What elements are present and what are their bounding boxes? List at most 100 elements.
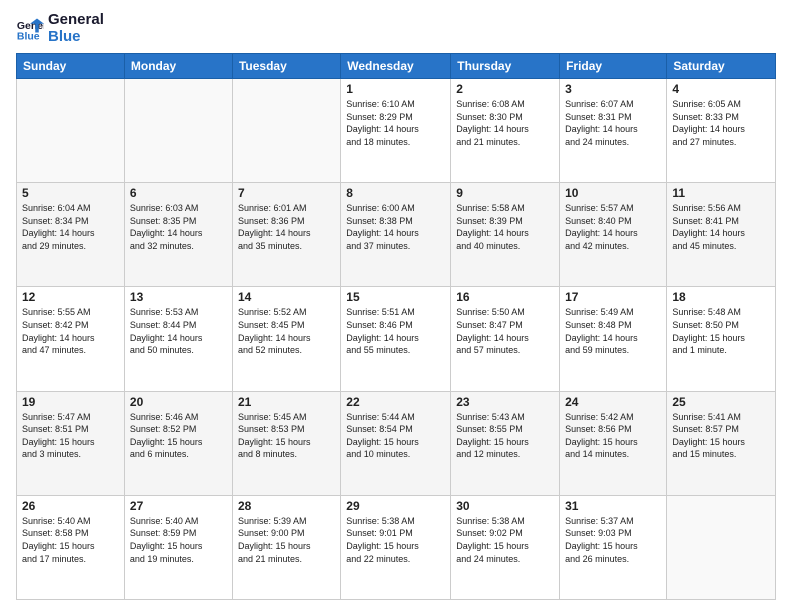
- day-info: Sunrise: 6:08 AM Sunset: 8:30 PM Dayligh…: [456, 98, 554, 148]
- day-info: Sunrise: 5:52 AM Sunset: 8:45 PM Dayligh…: [238, 306, 335, 356]
- day-info: Sunrise: 5:57 AM Sunset: 8:40 PM Dayligh…: [565, 202, 661, 252]
- day-number: 4: [672, 82, 770, 96]
- weekday-header-sunday: Sunday: [17, 54, 125, 79]
- logo-general: General: [48, 12, 104, 29]
- day-info: Sunrise: 5:53 AM Sunset: 8:44 PM Dayligh…: [130, 306, 227, 356]
- day-info: Sunrise: 5:45 AM Sunset: 8:53 PM Dayligh…: [238, 411, 335, 461]
- calendar-cell: 26 Sunrise: 5:40 AM Sunset: 8:58 PM Dayli…: [17, 495, 125, 599]
- calendar-cell: 12Sunrise: 5:55 AM Sunset: 8:42 PM Dayli…: [17, 287, 125, 391]
- day-number: 11: [672, 186, 770, 200]
- day-number: 15: [346, 290, 445, 304]
- weekday-header-monday: Monday: [124, 54, 232, 79]
- day-number: 10: [565, 186, 661, 200]
- day-info: Sunrise: 6:00 AM Sunset: 8:38 PM Dayligh…: [346, 202, 445, 252]
- calendar-cell: 9Sunrise: 5:58 AM Sunset: 8:39 PM Daylig…: [451, 183, 560, 287]
- calendar-cell: 14 Sunrise: 5:52 AM Sunset: 8:45 PM Dayli…: [232, 287, 340, 391]
- day-info: Sunrise: 5:37 AM Sunset: 9:03 PM Dayligh…: [565, 515, 661, 565]
- day-info: Sunrise: 6:01 AM Sunset: 8:36 PM Dayligh…: [238, 202, 335, 252]
- day-info: Sunrise: 5:40 AM Sunset: 8:58 PM Dayligh…: [22, 515, 119, 565]
- day-number: 14: [238, 290, 335, 304]
- calendar-cell: 5 Sunrise: 6:04 AM Sunset: 8:34 PM Daylig…: [17, 183, 125, 287]
- weekday-header-wednesday: Wednesday: [341, 54, 451, 79]
- calendar-cell: 15 Sunrise: 5:51 AM Sunset: 8:46 PM Dayli…: [341, 287, 451, 391]
- calendar-cell: 3 Sunrise: 6:07 AM Sunset: 8:31 PM Daylig…: [560, 79, 667, 183]
- day-info: Sunrise: 5:41 AM Sunset: 8:57 PM Dayligh…: [672, 411, 770, 461]
- day-info: Sunrise: 6:10 AM Sunset: 8:29 PM Dayligh…: [346, 98, 445, 148]
- calendar-cell: 22 Sunrise: 5:44 AM Sunset: 8:54 PM Dayli…: [341, 391, 451, 495]
- day-number: 8: [346, 186, 445, 200]
- day-number: 6: [130, 186, 227, 200]
- day-number: 29: [346, 499, 445, 513]
- day-info: Sunrise: 6:04 AM Sunset: 8:34 PM Dayligh…: [22, 202, 119, 252]
- calendar-cell: 29Sunrise: 5:38 AM Sunset: 9:01 PM Dayli…: [341, 495, 451, 599]
- day-info: Sunrise: 5:38 AM Sunset: 9:02 PM Dayligh…: [456, 515, 554, 565]
- logo-blue: Blue: [48, 29, 104, 46]
- day-info: Sunrise: 6:05 AM Sunset: 8:33 PM Dayligh…: [672, 98, 770, 148]
- calendar-cell: 13 Sunrise: 5:53 AM Sunset: 8:44 PM Dayli…: [124, 287, 232, 391]
- calendar-cell: 25 Sunrise: 5:41 AM Sunset: 8:57 PM Dayli…: [667, 391, 776, 495]
- calendar-cell: 20 Sunrise: 5:46 AM Sunset: 8:52 PM Dayli…: [124, 391, 232, 495]
- day-number: 25: [672, 395, 770, 409]
- day-number: 13: [130, 290, 227, 304]
- day-number: 5: [22, 186, 119, 200]
- calendar-cell: 17 Sunrise: 5:49 AM Sunset: 8:48 PM Dayli…: [560, 287, 667, 391]
- day-number: 2: [456, 82, 554, 96]
- page: General Blue General Blue SundayMondayTu…: [0, 0, 792, 612]
- day-info: Sunrise: 5:42 AM Sunset: 8:56 PM Dayligh…: [565, 411, 661, 461]
- day-info: Sunrise: 6:07 AM Sunset: 8:31 PM Dayligh…: [565, 98, 661, 148]
- calendar-cell: 21Sunrise: 5:45 AM Sunset: 8:53 PM Dayli…: [232, 391, 340, 495]
- calendar-cell: [232, 79, 340, 183]
- day-info: Sunrise: 5:43 AM Sunset: 8:55 PM Dayligh…: [456, 411, 554, 461]
- calendar-cell: 31Sunrise: 5:37 AM Sunset: 9:03 PM Dayli…: [560, 495, 667, 599]
- day-number: 19: [22, 395, 119, 409]
- calendar-cell: 2 Sunrise: 6:08 AM Sunset: 8:30 PM Daylig…: [451, 79, 560, 183]
- calendar-cell: 16 Sunrise: 5:50 AM Sunset: 8:47 PM Dayli…: [451, 287, 560, 391]
- calendar-cell: 27Sunrise: 5:40 AM Sunset: 8:59 PM Dayli…: [124, 495, 232, 599]
- weekday-header-row: SundayMondayTuesdayWednesdayThursdayFrid…: [17, 54, 776, 79]
- calendar-cell: 28Sunrise: 5:39 AM Sunset: 9:00 PM Dayli…: [232, 495, 340, 599]
- weekday-header-saturday: Saturday: [667, 54, 776, 79]
- day-number: 26: [22, 499, 119, 513]
- day-number: 20: [130, 395, 227, 409]
- calendar-cell: 1Sunrise: 6:10 AM Sunset: 8:29 PM Daylig…: [341, 79, 451, 183]
- week-row-5: 26 Sunrise: 5:40 AM Sunset: 8:58 PM Dayli…: [17, 495, 776, 599]
- day-info: Sunrise: 5:44 AM Sunset: 8:54 PM Dayligh…: [346, 411, 445, 461]
- day-info: Sunrise: 5:47 AM Sunset: 8:51 PM Dayligh…: [22, 411, 119, 461]
- day-info: Sunrise: 5:51 AM Sunset: 8:46 PM Dayligh…: [346, 306, 445, 356]
- week-row-3: 12Sunrise: 5:55 AM Sunset: 8:42 PM Dayli…: [17, 287, 776, 391]
- calendar-table: SundayMondayTuesdayWednesdayThursdayFrid…: [16, 53, 776, 600]
- day-number: 24: [565, 395, 661, 409]
- day-number: 22: [346, 395, 445, 409]
- day-number: 17: [565, 290, 661, 304]
- day-info: Sunrise: 5:49 AM Sunset: 8:48 PM Dayligh…: [565, 306, 661, 356]
- day-number: 9: [456, 186, 554, 200]
- week-row-2: 5 Sunrise: 6:04 AM Sunset: 8:34 PM Daylig…: [17, 183, 776, 287]
- day-number: 28: [238, 499, 335, 513]
- day-number: 3: [565, 82, 661, 96]
- weekday-header-friday: Friday: [560, 54, 667, 79]
- weekday-header-thursday: Thursday: [451, 54, 560, 79]
- calendar-cell: 4 Sunrise: 6:05 AM Sunset: 8:33 PM Daylig…: [667, 79, 776, 183]
- logo-icon: General Blue: [16, 15, 44, 43]
- calendar-cell: 8 Sunrise: 6:00 AM Sunset: 8:38 PM Daylig…: [341, 183, 451, 287]
- calendar-cell: [17, 79, 125, 183]
- day-info: Sunrise: 5:55 AM Sunset: 8:42 PM Dayligh…: [22, 306, 119, 356]
- calendar-cell: 10 Sunrise: 5:57 AM Sunset: 8:40 PM Dayli…: [560, 183, 667, 287]
- calendar-cell: 24 Sunrise: 5:42 AM Sunset: 8:56 PM Dayli…: [560, 391, 667, 495]
- calendar-cell: 19 Sunrise: 5:47 AM Sunset: 8:51 PM Dayli…: [17, 391, 125, 495]
- calendar-cell: 18 Sunrise: 5:48 AM Sunset: 8:50 PM Dayli…: [667, 287, 776, 391]
- day-number: 16: [456, 290, 554, 304]
- week-row-4: 19 Sunrise: 5:47 AM Sunset: 8:51 PM Dayli…: [17, 391, 776, 495]
- calendar-cell: 30Sunrise: 5:38 AM Sunset: 9:02 PM Dayli…: [451, 495, 560, 599]
- calendar-cell: 11 Sunrise: 5:56 AM Sunset: 8:41 PM Dayli…: [667, 183, 776, 287]
- header: General Blue General Blue: [16, 12, 776, 45]
- day-info: Sunrise: 6:03 AM Sunset: 8:35 PM Dayligh…: [130, 202, 227, 252]
- day-info: Sunrise: 5:50 AM Sunset: 8:47 PM Dayligh…: [456, 306, 554, 356]
- logo: General Blue General Blue: [16, 12, 104, 45]
- day-info: Sunrise: 5:56 AM Sunset: 8:41 PM Dayligh…: [672, 202, 770, 252]
- day-info: Sunrise: 5:48 AM Sunset: 8:50 PM Dayligh…: [672, 306, 770, 356]
- day-info: Sunrise: 5:46 AM Sunset: 8:52 PM Dayligh…: [130, 411, 227, 461]
- calendar-cell: 6 Sunrise: 6:03 AM Sunset: 8:35 PM Daylig…: [124, 183, 232, 287]
- day-number: 18: [672, 290, 770, 304]
- week-row-1: 1Sunrise: 6:10 AM Sunset: 8:29 PM Daylig…: [17, 79, 776, 183]
